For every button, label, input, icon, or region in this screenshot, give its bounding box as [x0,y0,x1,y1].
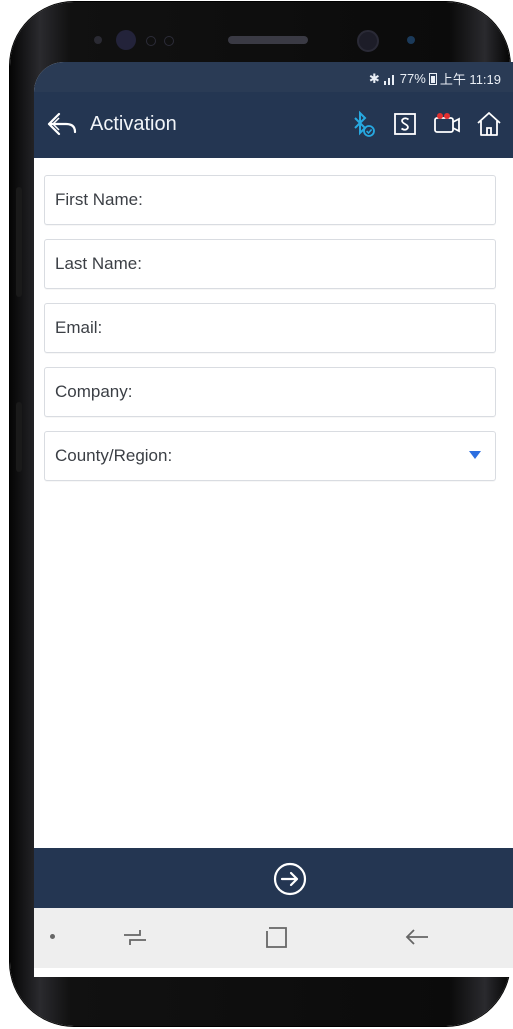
sensor-dot [164,36,174,46]
bottom-action-bar [34,848,513,908]
header-actions [349,110,503,138]
sensor-dot [94,36,102,44]
bluetooth-status-icon: ✱ [368,70,380,86]
home-icon[interactable] [475,110,503,138]
last-name-label: Last Name: [55,254,142,273]
home-square-icon[interactable] [264,926,290,950]
app-header: Activation [34,92,513,158]
clock: 上午 11:19 [439,72,501,87]
first-name-field[interactable]: First Name: [44,175,496,225]
bluetooth-connected-icon[interactable] [349,110,377,138]
arrow-right-circle-icon[interactable] [273,862,307,896]
sensor-dot [407,36,415,44]
first-name-label: First Name: [55,190,143,209]
dropdown-caret-icon[interactable] [469,451,481,459]
company-label: Company: [55,382,133,401]
activation-form: First Name: Last Name: Email: Company: C… [44,175,496,495]
front-camera [357,30,379,52]
battery-icon [428,73,437,85]
app-screen: ✱ 77% 上午 11:19 Activation First Name: La… [34,62,513,977]
status-bar: ✱ 77% 上午 11:19 [34,62,513,92]
sensor-dot [146,36,156,46]
system-nav-bar [34,908,513,968]
earpiece-speaker [228,36,308,44]
email-label: Email: [55,318,103,337]
country-region-label: County/Region: [55,446,173,465]
company-field[interactable]: Company: [44,367,496,417]
country-region-select[interactable]: County/Region: [44,431,496,481]
volume-button [16,187,22,297]
page-title: Activation [90,113,177,135]
nav-dot-indicator [50,934,55,939]
recent-apps-icon[interactable] [122,926,148,948]
signal-icon [383,74,394,85]
s-box-icon[interactable] [391,110,419,138]
battery-percent: 77% [399,71,426,86]
back-arrow-icon[interactable] [46,110,78,138]
bixby-button [16,402,22,472]
camera-icon[interactable] [433,110,461,138]
email-field[interactable]: Email: [44,303,496,353]
back-nav-icon[interactable] [404,926,430,948]
last-name-field[interactable]: Last Name: [44,239,496,289]
iris-scanner [116,30,136,50]
